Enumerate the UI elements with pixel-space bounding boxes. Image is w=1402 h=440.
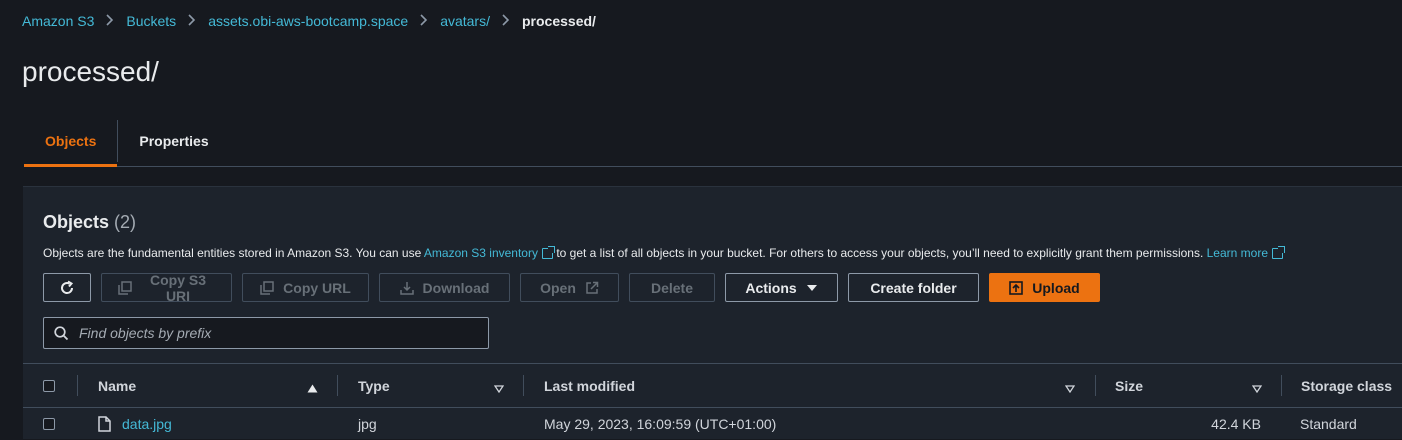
objects-count: (2) <box>114 212 137 232</box>
storage-class-cell: Standard <box>1300 415 1357 432</box>
chevron-right-icon <box>502 13 510 29</box>
search-icon <box>54 325 69 341</box>
s3-inventory-link-label: Amazon S3 inventory <box>423 246 538 260</box>
column-header-last-modified[interactable]: Last modified <box>544 364 635 407</box>
copy-icon <box>118 280 132 295</box>
tab-objects[interactable]: Objects <box>24 117 118 167</box>
column-divider <box>337 375 338 396</box>
tab-properties[interactable]: Properties <box>118 117 229 165</box>
open-label: Open <box>540 279 576 296</box>
refresh-button[interactable] <box>43 273 91 302</box>
file-icon <box>98 415 111 432</box>
s3-inventory-link[interactable]: Amazon S3 inventory <box>423 246 555 260</box>
last-modified-cell: May 29, 2023, 16:09:59 (UTC+01:00) <box>544 415 777 432</box>
upload-button[interactable]: Upload <box>989 273 1100 302</box>
delete-label: Delete <box>650 279 694 296</box>
download-button[interactable]: Download <box>379 273 510 302</box>
objects-heading: Objects (2) <box>43 212 136 233</box>
description-text: Objects are the fundamental entities sto… <box>43 246 424 260</box>
refresh-icon <box>59 280 75 296</box>
sort-ascending-icon[interactable] <box>307 380 318 398</box>
download-label: Download <box>422 279 490 296</box>
column-header-name[interactable]: Name <box>98 364 136 407</box>
search-field[interactable] <box>43 317 489 349</box>
breadcrumb: Amazon S3 Buckets assets.obi-aws-bootcam… <box>22 13 596 29</box>
actions-dropdown[interactable]: Actions <box>725 273 838 302</box>
select-all-checkbox[interactable] <box>43 379 55 392</box>
chevron-right-icon <box>106 13 114 29</box>
caret-down-icon <box>806 284 818 292</box>
delete-button[interactable]: Delete <box>629 273 715 302</box>
column-header-size[interactable]: Size <box>1115 364 1143 407</box>
create-folder-button[interactable]: Create folder <box>848 273 979 302</box>
tab-bar: Objects Properties <box>24 117 1402 167</box>
select-all-cell <box>43 364 55 407</box>
column-header-storage-class[interactable]: Storage class <box>1301 364 1392 407</box>
copy-s3-uri-button[interactable]: Copy S3 URI <box>101 271 232 304</box>
chevron-right-icon <box>420 13 428 29</box>
file-name-link[interactable]: data.jpg <box>122 416 172 432</box>
search-input[interactable] <box>77 324 481 342</box>
breadcrumb-link-amazon-s3[interactable]: Amazon S3 <box>22 13 94 29</box>
sort-icon[interactable] <box>1064 380 1076 398</box>
table-header: Name Type Last modified Size Storage cla… <box>23 363 1402 408</box>
file-name-cell: data.jpg <box>98 407 172 440</box>
file-type-cell: jpg <box>358 415 377 432</box>
upload-label: Upload <box>1032 279 1080 296</box>
chevron-right-icon <box>188 13 196 29</box>
table-row[interactable]: data.jpg jpg May 29, 2023, 16:09:59 (UTC… <box>23 407 1402 440</box>
copy-url-label: Copy URL <box>283 279 351 296</box>
column-divider <box>77 375 78 396</box>
column-divider <box>1095 375 1096 396</box>
breadcrumb-link-avatars[interactable]: avatars/ <box>440 13 490 29</box>
size-cell: 42.4 KB <box>1211 415 1261 432</box>
column-header-type[interactable]: Type <box>358 364 390 407</box>
upload-icon <box>1009 280 1024 295</box>
open-button[interactable]: Open <box>520 273 619 302</box>
column-divider <box>1281 375 1282 396</box>
copy-url-button[interactable]: Copy URL <box>242 273 369 302</box>
objects-heading-label: Objects <box>43 212 110 232</box>
learn-more-link[interactable]: Learn more <box>1206 246 1285 260</box>
actions-label: Actions <box>745 279 797 296</box>
learn-more-link-label: Learn more <box>1206 246 1268 260</box>
objects-panel: Objects (2) Objects are the fundamental … <box>23 186 1402 439</box>
objects-toolbar: Copy S3 URI Copy URL Download Open Delet… <box>43 271 1100 304</box>
row-select-cell <box>43 407 55 440</box>
breadcrumb-link-bucket[interactable]: assets.obi-aws-bootcamp.space <box>208 13 408 29</box>
row-checkbox[interactable] <box>43 417 55 430</box>
description-text-middle: to get a list of all objects in your buc… <box>552 246 1207 260</box>
copy-icon <box>260 280 274 295</box>
page-title: processed/ <box>22 56 159 87</box>
copy-s3-uri-label: Copy S3 URI <box>149 271 206 304</box>
objects-description: Objects are the fundamental entities sto… <box>43 246 1285 260</box>
external-link-icon <box>541 246 555 259</box>
external-link-icon <box>1272 246 1285 259</box>
sort-icon[interactable] <box>1251 380 1263 398</box>
create-folder-label: Create folder <box>870 279 957 296</box>
download-icon <box>399 281 414 295</box>
breadcrumb-current: processed/ <box>522 13 596 29</box>
external-link-icon <box>585 281 599 295</box>
breadcrumb-link-buckets[interactable]: Buckets <box>126 13 176 29</box>
sort-icon[interactable] <box>493 380 505 398</box>
column-divider <box>523 375 524 396</box>
